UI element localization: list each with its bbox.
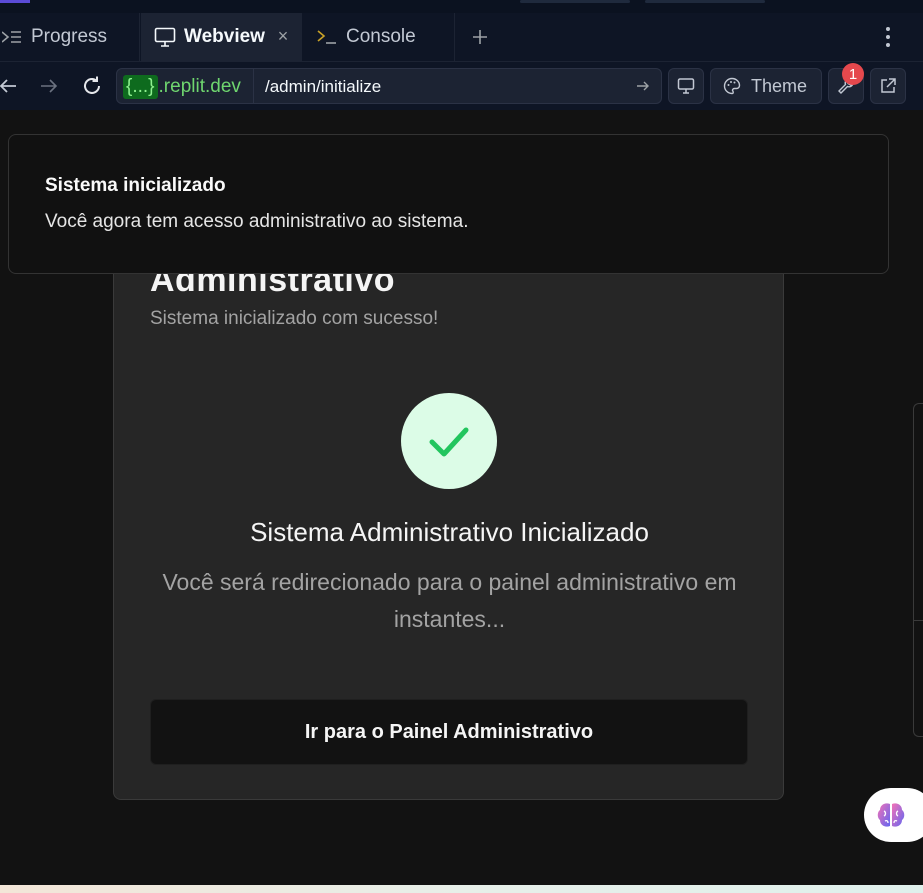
more-vertical-icon: [886, 27, 890, 47]
devtools-notification-badge: 1: [842, 63, 864, 85]
dev-url-braces: {...}: [123, 75, 158, 99]
arrow-left-icon: [0, 79, 16, 93]
tab-bar: Progress Webview × Console: [0, 13, 923, 62]
address-toolbar: {...} .replit.dev /admin/initialize Them…: [0, 62, 923, 110]
dev-url-domain: .replit.dev: [158, 76, 241, 97]
add-tab-button[interactable]: [466, 23, 494, 51]
go-button[interactable]: [633, 76, 653, 96]
theme-button[interactable]: Theme: [710, 68, 822, 104]
reload-button[interactable]: [76, 70, 108, 102]
url-bar[interactable]: {...} .replit.dev /admin/initialize: [116, 68, 662, 104]
theme-label: Theme: [751, 75, 808, 96]
tab-webview[interactable]: Webview ×: [141, 13, 302, 61]
success-title: Sistema Administrativo Inicializado: [250, 517, 649, 547]
webview-viewport: Administrativo Sistema inicializado com …: [0, 110, 923, 885]
palette-icon: [723, 77, 741, 95]
tab-webview-label: Webview: [184, 26, 265, 47]
window-accent: [0, 0, 30, 3]
external-link-icon: [881, 78, 896, 93]
progress-icon: [0, 25, 24, 49]
side-panel-handle[interactable]: [913, 403, 923, 737]
dev-url-badge[interactable]: {...} .replit.dev: [123, 74, 241, 100]
toast-notification[interactable]: Sistema inicializado Você agora tem aces…: [8, 134, 889, 274]
brain-icon: [877, 803, 905, 827]
window-top-strip: [0, 0, 923, 13]
toast-description: Você agora tem acesso administrativo ao …: [45, 211, 469, 232]
device-preview-button[interactable]: [668, 68, 704, 104]
open-new-tab-button[interactable]: [870, 68, 906, 104]
arrow-right-icon: [637, 81, 649, 91]
success-description: Você será redirecionado para o painel ad…: [162, 569, 737, 632]
tab-menu-button[interactable]: [876, 23, 900, 51]
top-pill-1: [520, 0, 630, 3]
url-path-input[interactable]: /admin/initialize: [265, 77, 381, 97]
forward-button[interactable]: [33, 70, 65, 102]
success-check-icon: [401, 393, 497, 489]
plus-icon: [473, 30, 487, 44]
side-handle-divider: [914, 620, 923, 621]
arrow-right-icon: [41, 79, 58, 93]
bottom-strip: [0, 885, 923, 893]
url-separator: [253, 69, 254, 103]
close-icon[interactable]: ×: [273, 26, 293, 46]
top-pill-2: [645, 0, 765, 3]
tab-console[interactable]: Console: [303, 13, 455, 61]
monitor-icon: [153, 25, 177, 49]
tab-progress[interactable]: Progress: [0, 13, 140, 61]
refresh-icon: [84, 76, 100, 94]
go-to-admin-panel-label: Ir para o Painel Administrativo: [304, 720, 594, 743]
admin-init-card: Administrativo Sistema inicializado com …: [113, 250, 784, 800]
ai-assistant-button[interactable]: [864, 788, 923, 842]
terminal-icon: [315, 25, 339, 49]
tab-console-label: Console: [346, 26, 416, 47]
go-to-admin-panel-button[interactable]: Ir para o Painel Administrativo: [150, 699, 748, 765]
monitor-icon: [677, 78, 695, 94]
card-subtitle: Sistema inicializado com sucesso!: [150, 308, 439, 329]
toast-title: Sistema inicializado: [45, 175, 226, 196]
tab-progress-label: Progress: [31, 26, 108, 47]
back-button[interactable]: [0, 70, 24, 102]
